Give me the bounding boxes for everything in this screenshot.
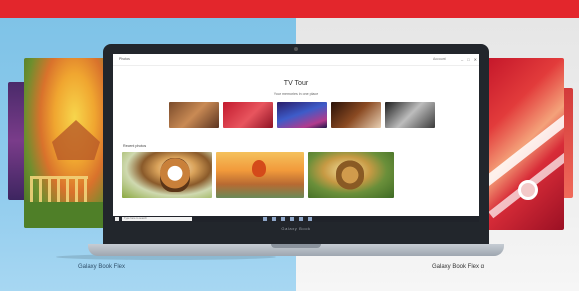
search-placeholder: Type here to search	[124, 217, 147, 220]
hut-illustration	[52, 120, 100, 160]
app-icon[interactable]	[290, 217, 294, 221]
album-tile[interactable]	[277, 102, 327, 128]
album-tile[interactable]	[385, 102, 435, 128]
photo-balloon[interactable]	[216, 152, 304, 198]
start-icon[interactable]	[115, 217, 119, 221]
taskbar-search-input[interactable]: Type here to search	[122, 217, 192, 221]
window-controls: – □ ✕	[461, 57, 477, 62]
app-icon[interactable]	[263, 217, 267, 221]
app-icon[interactable]	[308, 217, 312, 221]
laptop-lid: Photos Account – □ ✕ TV Tour Your memori…	[103, 44, 489, 244]
account-label[interactable]: Account	[433, 57, 446, 61]
close-icon[interactable]: ✕	[474, 57, 477, 62]
photo-lion[interactable]	[308, 152, 394, 198]
laptop-base	[88, 244, 504, 256]
taskbar: Type here to search	[113, 216, 479, 222]
photo-row	[122, 152, 394, 198]
laptop-screen: Photos Account – □ ✕ TV Tour Your memori…	[113, 54, 479, 222]
album-tile[interactable]	[169, 102, 219, 128]
dog-image	[160, 158, 190, 192]
webcam-icon	[294, 47, 298, 51]
app-icon[interactable]	[281, 217, 285, 221]
caption-right: Galaxy Book Flex α	[432, 264, 485, 270]
section-label: Recent photos	[123, 144, 147, 148]
maximize-icon[interactable]: □	[467, 57, 469, 62]
base-notch	[271, 244, 321, 248]
app-icon[interactable]	[272, 217, 276, 221]
hero-subtitle: Your memories in one place	[273, 92, 319, 96]
abstract-stripe	[486, 95, 564, 191]
album-tile[interactable]	[223, 102, 273, 128]
promo-banner: Photos Account – □ ✕ TV Tour Your memori…	[0, 0, 579, 291]
abstract-knob	[518, 180, 538, 200]
lion-image	[336, 160, 364, 190]
balloon-image	[252, 160, 266, 177]
album-row	[169, 102, 435, 128]
bezel-logo: Galaxy Book	[281, 226, 311, 231]
album-tile[interactable]	[331, 102, 381, 128]
caption-left: Galaxy Book Flex	[78, 264, 126, 270]
hero-title: TV Tour	[283, 80, 309, 87]
side-wallpaper-right	[486, 58, 564, 230]
app-title-bar: Photos Account – □ ✕	[113, 54, 479, 66]
minimize-icon[interactable]: –	[461, 57, 463, 62]
taskbar-app-icons	[263, 217, 312, 221]
app-name: Photos	[119, 57, 130, 61]
app-icon[interactable]	[299, 217, 303, 221]
red-top-bar	[0, 0, 579, 18]
fence-illustration	[30, 176, 88, 202]
photo-dog[interactable]	[122, 152, 212, 198]
